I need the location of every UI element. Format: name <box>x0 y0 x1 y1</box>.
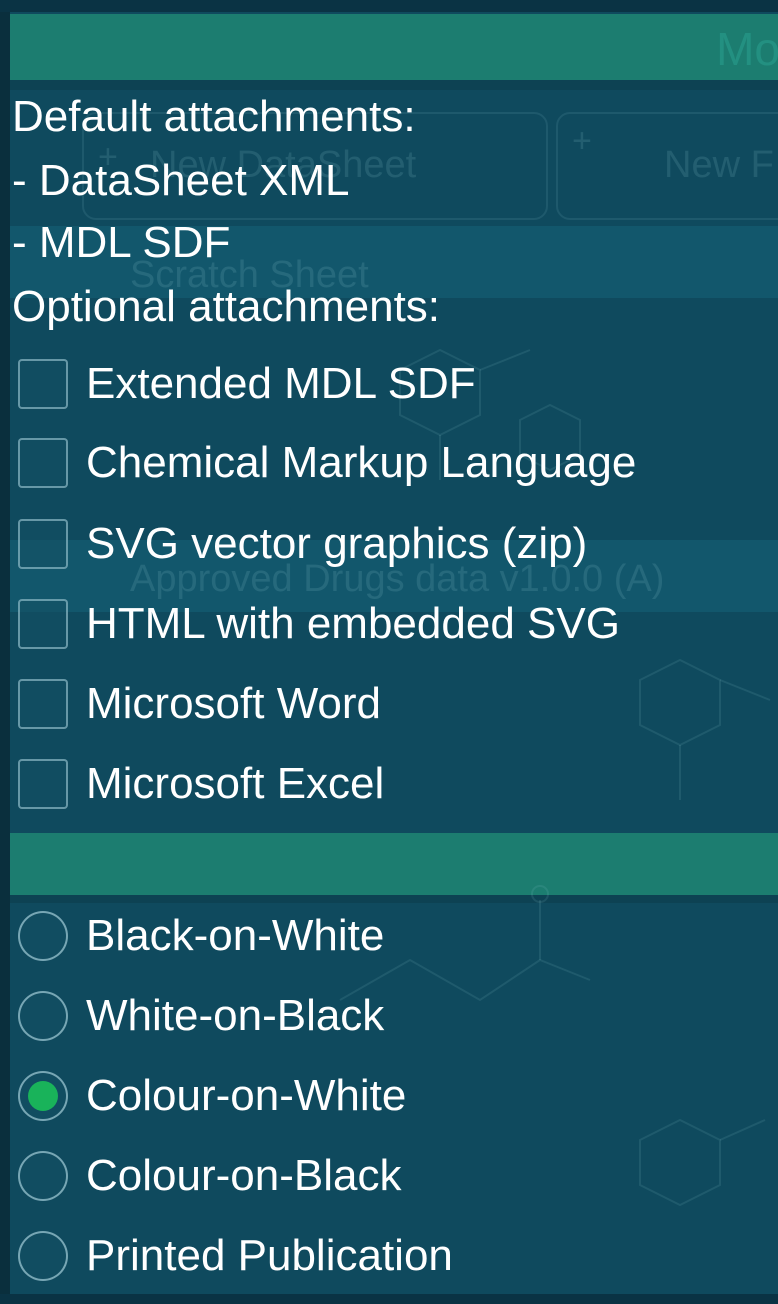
option-label: White-on-Black <box>86 991 385 1040</box>
option-html-embedded-svg[interactable]: HTML with embedded SVG <box>18 598 620 650</box>
option-label: Printed Publication <box>86 1231 453 1280</box>
default-attachments-heading: Default attachments: <box>12 92 416 141</box>
option-extended-mdl-sdf[interactable]: Extended MDL SDF <box>18 358 476 410</box>
header-bar: Mo <box>10 14 778 80</box>
radio-button[interactable] <box>18 1071 68 1121</box>
new-other-ghost-label: New F <box>664 144 774 186</box>
option-microsoft-excel[interactable]: Microsoft Excel <box>18 758 384 810</box>
radio-black-on-white[interactable]: Black-on-White <box>18 910 384 962</box>
checkbox[interactable] <box>18 599 68 649</box>
option-label: Chemical Markup Language <box>86 438 637 487</box>
plus-icon: + <box>572 122 592 160</box>
checkbox[interactable] <box>18 759 68 809</box>
molecule-structure-icon <box>639 1118 766 1207</box>
optional-attachments-heading: Optional attachments: <box>12 282 441 331</box>
molecule-structure-icon <box>639 658 771 800</box>
option-chemical-markup-language[interactable]: Chemical Markup Language <box>18 437 636 489</box>
radio-colour-on-white[interactable]: Colour-on-White <box>18 1070 406 1122</box>
radio-button[interactable] <box>18 991 68 1041</box>
radio-printed-publication[interactable]: Printed Publication <box>18 1230 453 1282</box>
radio-button[interactable] <box>18 911 68 961</box>
checkbox[interactable] <box>18 519 68 569</box>
attachment-options-screen: Mo + New DataSheet + New F Scratch Sheet… <box>0 0 778 1304</box>
checkbox[interactable] <box>18 679 68 729</box>
checkbox[interactable] <box>18 359 68 409</box>
left-edge <box>0 0 10 1304</box>
option-label: Microsoft Excel <box>86 759 385 808</box>
option-label: Colour-on-Black <box>86 1151 402 1200</box>
option-label: HTML with embedded SVG <box>86 599 620 648</box>
header-shadow <box>10 80 778 90</box>
checkbox[interactable] <box>18 438 68 488</box>
header-title-ghost: Mo <box>716 23 778 75</box>
option-svg-vector-graphics[interactable]: SVG vector graphics (zip) <box>18 518 587 570</box>
radio-colour-on-black[interactable]: Colour-on-Black <box>18 1150 401 1202</box>
option-label: SVG vector graphics (zip) <box>86 519 588 568</box>
radio-button[interactable] <box>18 1231 68 1281</box>
option-label: Extended MDL SDF <box>86 359 476 408</box>
radio-button[interactable] <box>18 1151 68 1201</box>
option-microsoft-word[interactable]: Microsoft Word <box>18 678 381 730</box>
radio-selected-dot <box>28 1081 58 1111</box>
option-label: Colour-on-White <box>86 1071 407 1120</box>
default-attachment-item: - DataSheet XML <box>12 156 350 205</box>
bottom-edge <box>0 1294 778 1304</box>
option-label: Black-on-White <box>86 911 385 960</box>
radio-white-on-black[interactable]: White-on-Black <box>18 990 384 1042</box>
default-attachment-item: - MDL SDF <box>12 218 231 267</box>
option-label: Microsoft Word <box>86 679 382 728</box>
top-edge <box>0 0 778 12</box>
